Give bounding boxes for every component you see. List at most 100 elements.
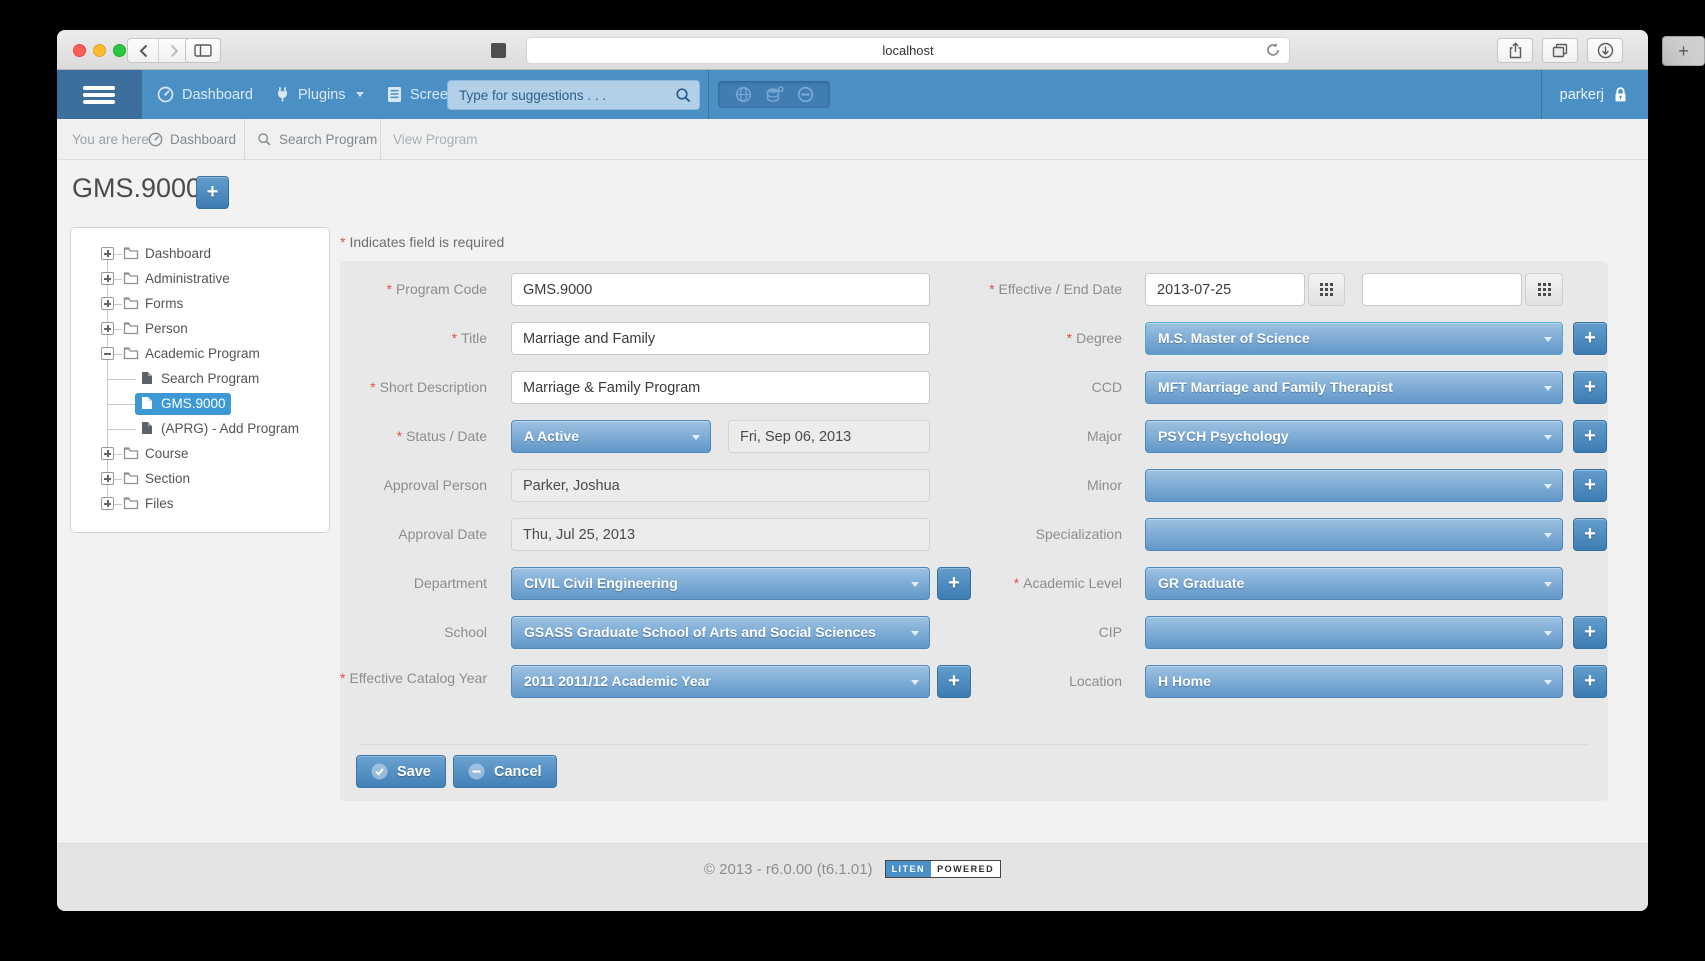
expand-icon[interactable] xyxy=(101,247,114,260)
suggestion-search-input[interactable] xyxy=(448,81,699,109)
tabs-overview-icon xyxy=(1552,43,1568,58)
tree-item-dashboard: Dashboard xyxy=(71,243,331,265)
share-button[interactable] xyxy=(1497,38,1533,63)
share-icon xyxy=(1508,42,1523,59)
label-academic-level: Academic Level xyxy=(975,567,1122,592)
specialization-select[interactable] xyxy=(1145,518,1563,551)
chevron-down-icon xyxy=(1544,582,1552,587)
sidebar-toggle-button[interactable] xyxy=(185,38,221,63)
user-menu[interactable]: parkerj xyxy=(1560,70,1628,119)
approval-date-input xyxy=(511,518,930,551)
status-select[interactable]: A Active xyxy=(511,420,711,453)
check-circle-icon xyxy=(371,763,388,780)
degree-select[interactable]: M.S. Master of Science xyxy=(1145,322,1563,355)
chevron-down-icon xyxy=(911,631,919,636)
chevron-down-icon xyxy=(692,435,700,440)
refresh-button[interactable] xyxy=(1266,42,1280,61)
tree-item-aprg-add-program: (APRG) - Add Program xyxy=(71,418,331,440)
tree-item-academic-program: Academic Program xyxy=(71,343,331,365)
major-select[interactable]: PSYCH Psychology xyxy=(1145,420,1563,453)
breadcrumb-item-search-program[interactable]: Search Program xyxy=(257,119,377,160)
address-bar[interactable]: localhost xyxy=(526,37,1290,64)
breadcrumb-item-dashboard[interactable]: Dashboard xyxy=(148,119,236,160)
chevron-down-icon xyxy=(1544,533,1552,538)
chevron-down-icon xyxy=(356,92,364,97)
add-catalog-year-button[interactable] xyxy=(937,665,971,698)
tree-item-administrative: Administrative xyxy=(71,268,331,290)
chevron-down-icon xyxy=(1544,484,1552,489)
nav-item-plugins[interactable]: Plugins xyxy=(275,70,364,119)
effective-date-calendar-button[interactable] xyxy=(1308,273,1345,306)
page-favicon xyxy=(491,43,506,58)
tree-item-section: Section xyxy=(71,468,331,490)
program-code-input[interactable] xyxy=(511,273,930,306)
end-date-calendar-button[interactable] xyxy=(1525,273,1563,306)
short-description-input[interactable] xyxy=(511,371,930,404)
expand-icon[interactable] xyxy=(101,322,114,335)
label-effective-catalog-year: Effective Catalog Year xyxy=(340,662,487,687)
browser-titlebar: localhost xyxy=(57,30,1648,70)
ban-circle-icon[interactable] xyxy=(797,86,814,103)
navbar-divider xyxy=(1541,70,1542,119)
breadcrumb-divider xyxy=(244,119,245,160)
add-cip-button[interactable] xyxy=(1573,616,1607,649)
add-program-title-button[interactable] xyxy=(196,176,229,209)
add-minor-button[interactable] xyxy=(1573,469,1607,502)
back-button[interactable] xyxy=(128,39,159,62)
nav-item-dashboard[interactable]: Dashboard xyxy=(157,70,253,119)
downloads-button[interactable] xyxy=(1587,38,1623,63)
add-ccd-button[interactable] xyxy=(1573,371,1607,404)
school-select[interactable]: GSASS Graduate School of Arts and Social… xyxy=(511,616,930,649)
show-all-tabs-button[interactable] xyxy=(1542,38,1578,63)
add-location-button[interactable] xyxy=(1573,665,1607,698)
add-department-button[interactable] xyxy=(937,567,971,600)
expand-icon[interactable] xyxy=(101,272,114,285)
title-input[interactable] xyxy=(511,322,930,355)
department-select[interactable]: CIVIL Civil Engineering xyxy=(511,567,930,600)
label-approval-person: Approval Person xyxy=(340,469,487,494)
expand-icon[interactable] xyxy=(101,297,114,310)
end-date-input[interactable] xyxy=(1362,273,1522,306)
collapse-icon[interactable] xyxy=(101,347,114,360)
effective-date-input[interactable] xyxy=(1145,273,1305,306)
add-specialization-button[interactable] xyxy=(1573,518,1607,551)
ccd-select[interactable]: MFT Marriage and Family Therapist xyxy=(1145,371,1563,404)
globe-icon[interactable] xyxy=(735,86,752,103)
add-major-button[interactable] xyxy=(1573,420,1607,453)
tree-item-forms: Forms xyxy=(71,293,331,315)
save-button[interactable]: Save xyxy=(356,755,446,788)
chevron-down-icon xyxy=(1544,631,1552,636)
breadcrumb-item-view-program: View Program xyxy=(393,119,478,160)
required-note: Indicates field is required xyxy=(340,234,504,250)
effective-catalog-year-select[interactable]: 2011 2011/12 Academic Year xyxy=(511,665,930,698)
location-select[interactable]: H Home xyxy=(1145,665,1563,698)
database-icon[interactable] xyxy=(765,86,784,104)
chevron-down-icon xyxy=(1544,386,1552,391)
minor-select[interactable] xyxy=(1145,469,1563,502)
label-status-date: Status / Date xyxy=(340,420,487,445)
chevron-left-icon xyxy=(139,44,148,58)
navbar-divider xyxy=(708,70,709,119)
label-major: Major xyxy=(975,420,1122,445)
menu-toggle-button[interactable] xyxy=(57,70,142,119)
page-title: GMS.9000 xyxy=(72,173,201,204)
close-window-button[interactable] xyxy=(73,44,86,57)
academic-level-select[interactable]: GR Graduate xyxy=(1145,567,1563,600)
file-icon xyxy=(141,396,153,413)
minus-circle-icon xyxy=(468,763,485,780)
label-location: Location xyxy=(975,665,1122,690)
add-degree-button[interactable] xyxy=(1573,322,1607,355)
cancel-button[interactable]: Cancel xyxy=(453,755,557,788)
minimize-window-button[interactable] xyxy=(93,44,106,57)
lock-icon xyxy=(1613,86,1628,103)
expand-icon[interactable] xyxy=(101,447,114,460)
cip-select[interactable] xyxy=(1145,616,1563,649)
expand-icon[interactable] xyxy=(101,472,114,485)
label-program-code: Program Code xyxy=(340,273,487,298)
chevron-down-icon xyxy=(1544,435,1552,440)
address-url: localhost xyxy=(882,43,933,58)
expand-icon[interactable] xyxy=(101,497,114,510)
label-title: Title xyxy=(340,322,487,347)
background-window-new-tab-button[interactable]: + xyxy=(1662,36,1705,66)
zoom-window-button[interactable] xyxy=(113,44,126,57)
